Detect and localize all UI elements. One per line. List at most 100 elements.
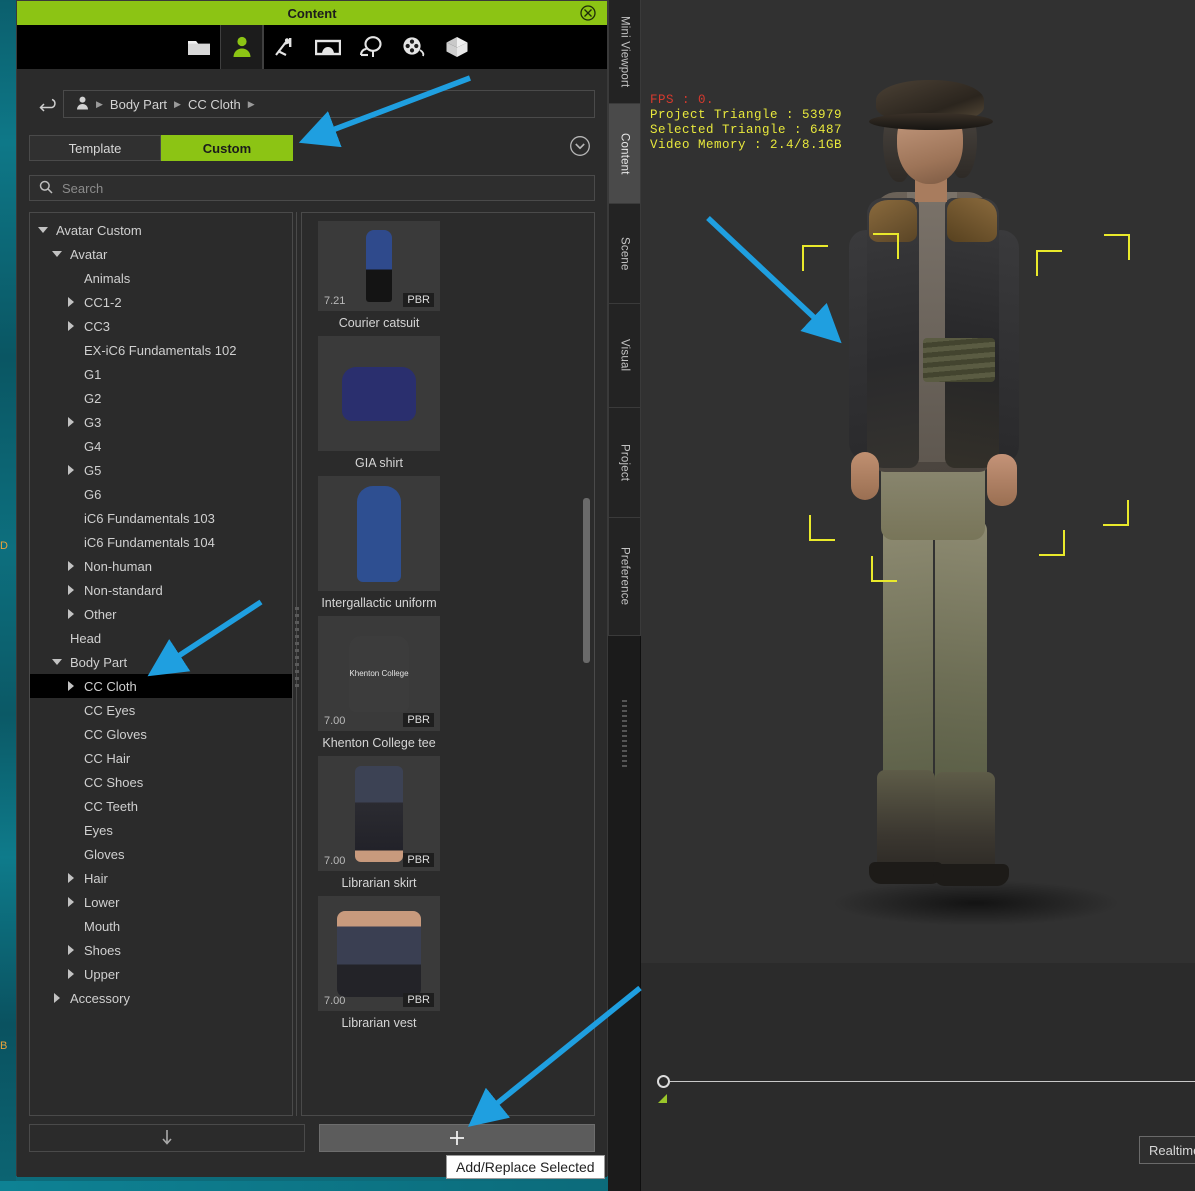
add-replace-button[interactable] [319, 1124, 595, 1152]
box-icon[interactable] [435, 25, 478, 69]
splitter-grip[interactable] [295, 607, 299, 687]
chevron-right-icon[interactable] [64, 681, 78, 691]
stage-icon[interactable] [306, 25, 349, 69]
tree-item-cc-hair[interactable]: CC Hair [30, 746, 292, 770]
tree-item-g2[interactable]: G2 [30, 386, 292, 410]
chevron-right-icon[interactable] [64, 561, 78, 571]
asset-item[interactable]: 7.00 PBR Librarian vest [318, 896, 440, 1030]
motion-icon[interactable] [263, 25, 306, 69]
tree-item-label: Other [84, 606, 117, 622]
viewport-render-area[interactable]: FPS : 0. Project Triangle : 53979 Select… [641, 0, 1195, 963]
asset-thumbnail[interactable]: 7.00 PBR [318, 896, 440, 1011]
tree-item-cc-eyes[interactable]: CC Eyes [30, 698, 292, 722]
search-bar[interactable] [29, 175, 595, 201]
tree-item-lower[interactable]: Lower [30, 890, 292, 914]
chevron-down-icon[interactable] [36, 227, 50, 233]
chevron-right-icon[interactable] [64, 417, 78, 427]
tree-item-other[interactable]: Other [30, 602, 292, 626]
breadcrumb[interactable]: ▶ Body Part ▶ CC Cloth ▶ [63, 90, 595, 118]
tree-item-cc-gloves[interactable]: CC Gloves [30, 722, 292, 746]
chevron-down-circle-icon[interactable] [569, 135, 591, 159]
asset-item[interactable]: GIA shirt [318, 336, 440, 470]
tab-custom[interactable]: Custom [161, 135, 293, 161]
tree-item-upper[interactable]: Upper [30, 962, 292, 986]
tree-item-eyes[interactable]: Eyes [30, 818, 292, 842]
tree-item-cc-cloth[interactable]: CC Cloth [30, 674, 292, 698]
prop-icon[interactable] [349, 25, 392, 69]
chevron-down-icon[interactable] [50, 251, 64, 257]
side-tab-visual[interactable]: Visual [608, 304, 641, 408]
tab-template[interactable]: Template [29, 135, 161, 161]
tree-item-avatar[interactable]: Avatar [30, 242, 292, 266]
asset-thumbnail[interactable]: 7.21 PBR [318, 221, 440, 311]
tree-item-shoes[interactable]: Shoes [30, 938, 292, 962]
tree-item-hair[interactable]: Hair [30, 866, 292, 890]
tree-item-ic6-fundamentals-104[interactable]: iC6 Fundamentals 104 [30, 530, 292, 554]
breadcrumb-item-body-part[interactable]: Body Part [110, 97, 167, 112]
side-tab-project[interactable]: Project [608, 408, 641, 518]
chevron-right-icon[interactable] [64, 609, 78, 619]
search-input[interactable] [62, 180, 562, 196]
tab-strip-grip[interactable] [622, 700, 627, 770]
tree-item-non-standard[interactable]: Non-standard [30, 578, 292, 602]
tree-item-body-part[interactable]: Body Part [30, 650, 292, 674]
chevron-right-icon[interactable] [64, 873, 78, 883]
close-circle-icon[interactable] [580, 5, 596, 21]
side-tab-mini-viewport[interactable]: Mini Viewport [608, 0, 641, 104]
asset-item[interactable]: Khenton College 7.00 PBR Khenton College te… [318, 616, 440, 750]
side-tab-content[interactable]: Content [608, 104, 641, 204]
tree-item-ex-ic6-fundamentals-102[interactable]: EX-iC6 Fundamentals 102 [30, 338, 292, 362]
breadcrumb-item-cc-cloth[interactable]: CC Cloth [188, 97, 241, 112]
tree-item-g4[interactable]: G4 [30, 434, 292, 458]
tree-item-cc1-2[interactable]: CC1-2 [30, 290, 292, 314]
download-button[interactable] [29, 1124, 305, 1152]
tree-item-gloves[interactable]: Gloves [30, 842, 292, 866]
asset-thumbnail[interactable]: 7.00 PBR [318, 756, 440, 871]
timeline-track[interactable] [663, 1081, 1195, 1082]
character-model[interactable] [811, 80, 1111, 940]
tree-item-animals[interactable]: Animals [30, 266, 292, 290]
chevron-right-icon[interactable] [50, 993, 64, 1003]
tree-item-accessory[interactable]: Accessory [30, 986, 292, 1010]
media-icon[interactable] [392, 25, 435, 69]
tree-item-ic6-fundamentals-103[interactable]: iC6 Fundamentals 103 [30, 506, 292, 530]
chevron-right-icon[interactable] [64, 897, 78, 907]
tree-item-cc3[interactable]: CC3 [30, 314, 292, 338]
asset-thumbnail[interactable]: Khenton College 7.00 PBR [318, 616, 440, 731]
chevron-down-icon[interactable] [50, 659, 64, 665]
category-tree[interactable]: Avatar Custom Avatar Animals CC1-2 CC3 EX-iC6… [29, 212, 293, 1116]
tree-item-mouth[interactable]: Mouth [30, 914, 292, 938]
chevron-right-icon[interactable] [64, 945, 78, 955]
chevron-right-icon[interactable] [64, 969, 78, 979]
tree-item-g1[interactable]: G1 [30, 362, 292, 386]
realtime-button[interactable]: Realtime [1139, 1136, 1195, 1164]
side-tab-preference[interactable]: Preference [608, 518, 641, 636]
chevron-right-icon[interactable] [64, 585, 78, 595]
asset-thumbnail[interactable] [318, 476, 440, 591]
timeline-playhead-handle[interactable] [657, 1075, 670, 1088]
tree-item-avatar-custom[interactable]: Avatar Custom [30, 218, 292, 242]
chevron-right-icon[interactable] [64, 297, 78, 307]
tree-item-g3[interactable]: G3 [30, 410, 292, 434]
tree-item-cc-teeth[interactable]: CC Teeth [30, 794, 292, 818]
folder-icon[interactable] [177, 25, 220, 69]
chevron-right-icon[interactable] [64, 321, 78, 331]
pane-splitter[interactable] [293, 212, 301, 1116]
tree-item-g5[interactable]: G5 [30, 458, 292, 482]
side-tab-scene[interactable]: Scene [608, 204, 641, 304]
tree-item-head[interactable]: Head [30, 626, 292, 650]
dialog-title-bar[interactable]: Content [17, 1, 607, 25]
avatar-icon[interactable] [220, 25, 263, 69]
asset-item[interactable]: Intergallactic uniform [318, 476, 440, 610]
tree-item-non-human[interactable]: Non-human [30, 554, 292, 578]
asset-grid[interactable]: 7.21 PBR Courier catsuit GIA shirt Intergall… [301, 212, 595, 1116]
back-arrow-icon[interactable] [29, 91, 63, 117]
asset-item[interactable]: 7.21 PBR Courier catsuit [318, 221, 440, 330]
tree-item-g6[interactable]: G6 [30, 482, 292, 506]
keyframe-marker-icon[interactable] [658, 1094, 667, 1103]
asset-thumbnail[interactable] [318, 336, 440, 451]
asset-grid-scrollbar[interactable] [583, 498, 590, 663]
tree-item-cc-shoes[interactable]: CC Shoes [30, 770, 292, 794]
chevron-right-icon[interactable] [64, 465, 78, 475]
asset-item[interactable]: 7.00 PBR Librarian skirt [318, 756, 440, 890]
